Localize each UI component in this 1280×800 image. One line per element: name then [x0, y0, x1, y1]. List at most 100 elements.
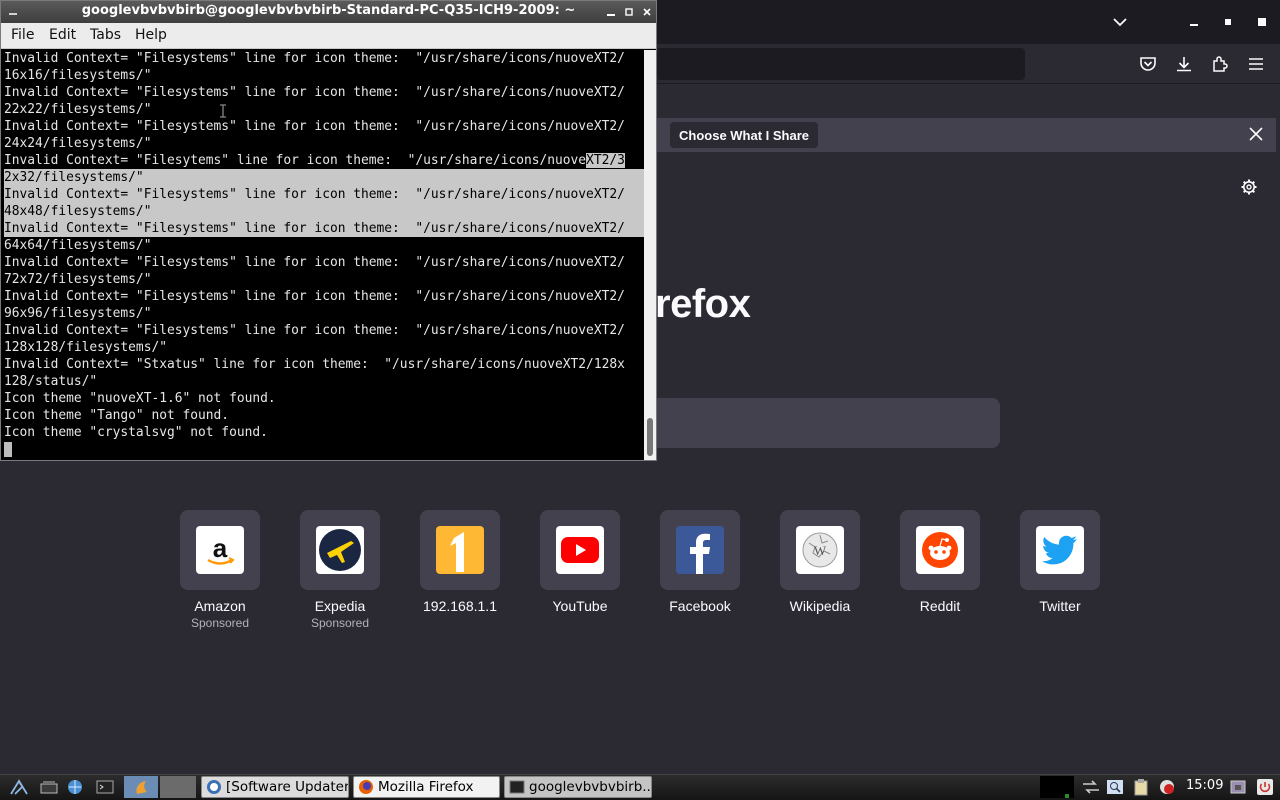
tile-label: Reddit [919, 598, 961, 614]
tile-label: Expedia [314, 598, 366, 614]
task-label: Mozilla Firefox [378, 779, 474, 795]
show-desktop-icon[interactable] [38, 776, 60, 798]
terminal-line: Invalid Context= "Filesytems" line for i… [4, 152, 625, 169]
terminal-line: Invalid Context= "Filesystems" line for … [4, 289, 625, 304]
update-notifier-icon[interactable] [1156, 776, 1178, 798]
workspace-1-icon[interactable] [124, 776, 158, 798]
svg-text:a: a [213, 533, 228, 563]
tile-label: Amazon [194, 598, 246, 614]
menu-tabs[interactable]: Tabs [90, 27, 121, 43]
terminal-line: 22x22/filesystems/" [4, 102, 152, 117]
terminal-launcher-icon[interactable] [94, 776, 116, 798]
terminal-line-selected: Invalid Context= "Filesystems" line for … [4, 220, 644, 237]
terminal-line: Icon theme "crystalsvg" not found. [4, 425, 268, 440]
terminal-line: Invalid Context= "Filesystems" line for … [4, 323, 625, 338]
terminal-line-selected: 2x32/filesystems/" [4, 169, 644, 186]
top-site-tile-facebook[interactable]: Facebook [660, 510, 740, 614]
reddit-icon [916, 526, 964, 574]
notification-close-icon[interactable] [1244, 122, 1268, 146]
task-label: [Software Updater] [226, 779, 349, 795]
url-bar[interactable] [656, 48, 1025, 80]
tile-label: Wikipedia [789, 598, 851, 614]
sponsored-label: Sponsored [190, 616, 250, 630]
top-site-tile-router[interactable]: 192.168.1.1 [420, 510, 500, 614]
terminal-line: 96x96/filesystems/" [4, 306, 152, 321]
terminal-output[interactable]: Invalid Context= "Filesystems" line for … [1, 50, 644, 460]
clock[interactable]: 15:09 [1186, 778, 1223, 793]
pocket-icon[interactable] [1136, 52, 1160, 76]
expedia-icon [316, 526, 364, 574]
twitter-icon [1036, 526, 1084, 574]
menu-edit[interactable]: Edit [49, 27, 76, 43]
network-icon[interactable] [1080, 776, 1102, 798]
numeral-one-icon [436, 526, 484, 574]
selected-text: XT2/3 [586, 153, 625, 168]
terminal-line: 128x128/filesystems/" [4, 340, 167, 355]
terminal-scrollbar[interactable] [644, 50, 656, 460]
firefox-icon [359, 780, 373, 794]
terminal-line: 64x64/filesystems/" [4, 238, 152, 253]
list-all-tabs-chevron-icon[interactable] [1107, 10, 1133, 34]
menu-help[interactable]: Help [135, 27, 167, 43]
terminal-window: googlevbvbvbirb@googlevbvbvbirb-Standard… [0, 0, 657, 461]
amazon-icon: a [196, 526, 244, 574]
firefox-wordmark: refox [655, 282, 751, 326]
downloads-icon[interactable] [1172, 52, 1196, 76]
terminal-icon [509, 780, 525, 794]
terminal-line: 24x24/filesystems/" [4, 136, 152, 151]
svg-text:W: W [814, 543, 827, 558]
hamburger-menu-icon[interactable] [1244, 52, 1268, 76]
power-icon[interactable] [1254, 776, 1276, 798]
firefox-close-button[interactable] [1249, 10, 1275, 34]
top-site-tile-expedia[interactable]: Expedia Sponsored [300, 510, 380, 630]
terminal-close-button[interactable] [639, 4, 655, 20]
top-site-tile-amazon[interactable]: a Amazon Sponsored [180, 510, 260, 630]
terminal-maximize-button[interactable] [621, 4, 637, 20]
terminal-menubar: File Edit Tabs Help [1, 23, 656, 49]
gear-icon[interactable] [1238, 176, 1260, 198]
youtube-icon [556, 526, 604, 574]
terminal-titlebar[interactable]: googlevbvbvbirb@googlevbvbvbirb-Standard… [1, 1, 656, 23]
software-updater-icon [207, 780, 221, 794]
tile-label: Facebook [669, 598, 731, 614]
terminal-line: 128/status/" [4, 374, 98, 389]
top-site-tile-youtube[interactable]: YouTube [540, 510, 620, 614]
clipboard-icon[interactable] [1130, 776, 1152, 798]
menu-file[interactable]: File [11, 27, 34, 43]
extensions-icon[interactable] [1208, 52, 1232, 76]
terminal-line: Invalid Context= "Filesystems" line for … [4, 255, 625, 270]
task-terminal[interactable]: googlevbvbvbirb... [504, 776, 652, 798]
terminal-line: 72x72/filesystems/" [4, 272, 152, 287]
terminal-line-selected: Invalid Context= "Filesystems" line for … [4, 186, 644, 203]
scrollbar-thumb[interactable] [647, 418, 653, 456]
terminal-minimize-button[interactable] [603, 4, 619, 20]
top-site-tile-twitter[interactable]: Twitter [1020, 510, 1100, 614]
search-box[interactable] [656, 398, 1000, 448]
search-icon[interactable] [1104, 776, 1126, 798]
top-site-tile-reddit[interactable]: Reddit [900, 510, 980, 614]
text-cursor [4, 442, 12, 457]
start-menu-icon[interactable] [8, 776, 30, 798]
ibeam-cursor-icon [220, 104, 226, 118]
terminal-line: Invalid Context= "Filesystems" line for … [4, 51, 625, 66]
terminal-line: Invalid Context= "Filesystems" line for … [4, 85, 625, 100]
lock-screen-icon[interactable] [1227, 776, 1249, 798]
choose-what-i-share-button[interactable]: Choose What I Share [670, 122, 819, 148]
firefox-minimize-button[interactable] [1181, 10, 1207, 34]
terminal-title: googlevbvbvbirb@googlevbvbvbirb-Standard… [81, 3, 576, 18]
task-mozilla-firefox[interactable]: Mozilla Firefox [353, 776, 500, 798]
firefox-maximize-button[interactable] [1215, 10, 1241, 34]
terminal-line-selected: 48x48/filesystems/" [4, 203, 644, 220]
terminal-line: Invalid Context= "Filesystems" line for … [4, 119, 625, 134]
terminal-line: 16x16/filesystems/" [4, 68, 152, 83]
file-manager-icon[interactable] [64, 776, 86, 798]
terminal-line: Icon theme "Tango" not found. [4, 408, 230, 423]
workspace-2-icon[interactable] [160, 776, 196, 798]
task-software-updater[interactable]: [Software Updater] [201, 776, 349, 798]
terminal-line: Invalid Context= "Stxatus" line for icon… [4, 357, 625, 372]
tile-label: 192.168.1.1 [423, 598, 497, 614]
task-label: googlevbvbvbirb... [529, 779, 652, 795]
cpu-monitor-icon [1040, 776, 1074, 798]
tile-label: YouTube [552, 598, 608, 614]
top-site-tile-wikipedia[interactable]: W Wikipedia [780, 510, 860, 614]
